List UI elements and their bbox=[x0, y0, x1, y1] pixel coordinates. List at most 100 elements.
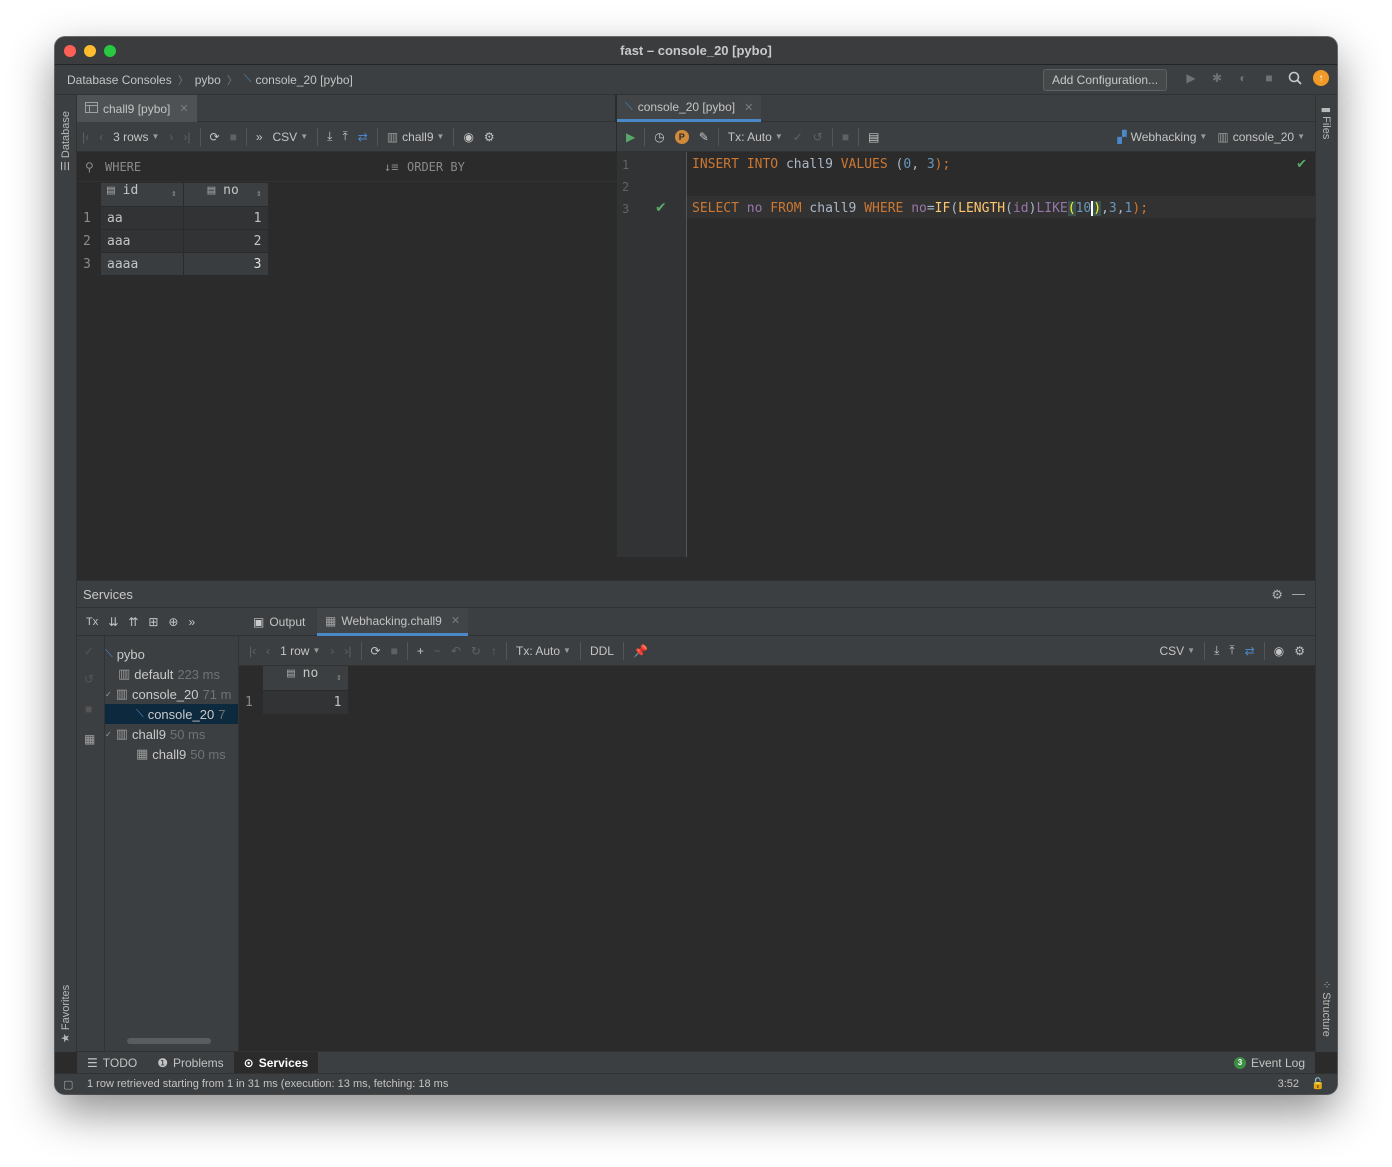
close-icon[interactable]: ✕ bbox=[744, 101, 753, 114]
sort-toggle-icon[interactable]: ⇕ bbox=[171, 183, 176, 206]
collapse-all-icon[interactable]: ⇈ bbox=[123, 607, 143, 637]
close-icon[interactable]: ✕ bbox=[451, 614, 460, 627]
import-icon[interactable]: ⤒ bbox=[1224, 636, 1239, 666]
table-row[interactable]: 3 aaaa 3 bbox=[77, 252, 269, 276]
expand-all-icon[interactable]: ⇊ bbox=[103, 607, 123, 637]
transaction-mode-selector[interactable]: Tx: Auto ▼ bbox=[723, 122, 788, 152]
revert-icon[interactable]: ↶ bbox=[446, 636, 466, 666]
execute-icon[interactable]: ▶ bbox=[617, 122, 640, 152]
update-icon[interactable]: ↑ bbox=[1313, 70, 1329, 86]
services-tool-button[interactable]: ⊙ Services bbox=[233, 1051, 319, 1074]
commit-icon[interactable]: ✓ bbox=[84, 644, 94, 658]
gear-icon[interactable]: ⚙ bbox=[1271, 587, 1283, 603]
more-icon[interactable]: » bbox=[183, 607, 200, 637]
minimize-window-button[interactable] bbox=[84, 45, 96, 57]
coverage-icon[interactable]: ◐ bbox=[1235, 70, 1251, 86]
refresh-icon[interactable]: ⟳ bbox=[366, 636, 386, 666]
tree-item-chall9[interactable]: ✓ ▥ chall9 50 ms bbox=[105, 724, 205, 744]
debug-icon[interactable]: ✱ bbox=[1209, 70, 1225, 86]
previous-page-icon[interactable]: ‹ bbox=[94, 122, 108, 152]
first-page-icon[interactable]: |‹ bbox=[239, 636, 261, 666]
column-header-id[interactable]: ▤ id ⇕ bbox=[101, 183, 184, 207]
sort-toggle-icon[interactable]: ⇕ bbox=[256, 183, 261, 206]
next-page-icon[interactable]: › bbox=[325, 636, 339, 666]
expand-icon[interactable]: ✓ bbox=[105, 730, 112, 739]
cell-no[interactable]: 2 bbox=[183, 229, 269, 253]
schema-selector[interactable]: ▞ Webhacking ▼ bbox=[1112, 122, 1212, 152]
toggle-tool-windows-icon[interactable]: ▢ bbox=[63, 1078, 73, 1091]
session-selector[interactable]: ▥ console_20 ▼ bbox=[1212, 122, 1315, 152]
delete-row-icon[interactable]: − bbox=[429, 636, 446, 666]
database-panel-button[interactable]: ☰ Database bbox=[59, 111, 72, 171]
more-icon[interactable]: » bbox=[251, 122, 268, 152]
cell-id[interactable]: aaaa bbox=[101, 252, 184, 276]
import-icon[interactable]: ⤒ bbox=[337, 122, 352, 152]
rollback-icon[interactable]: ↺ bbox=[808, 122, 828, 152]
favorites-panel-button[interactable]: ★ Favorites bbox=[59, 985, 72, 1043]
tab-console-20[interactable]: ⟍ console_20 [pybo] ✕ bbox=[617, 95, 762, 122]
compare-icon[interactable]: ⇄ bbox=[1240, 636, 1260, 666]
wrench-icon[interactable]: ✎ bbox=[694, 122, 714, 152]
commit-icon[interactable]: ✓ bbox=[788, 122, 808, 152]
tree-item-pybo[interactable]: ⟍ pybo bbox=[105, 644, 145, 664]
view-icon[interactable]: ◉ bbox=[1269, 636, 1289, 666]
pin-icon[interactable]: 📌 bbox=[628, 636, 653, 666]
cell-id[interactable]: aaa bbox=[101, 229, 184, 253]
event-log-button[interactable]: 3 Event Log bbox=[1224, 1052, 1315, 1074]
table-row[interactable]: 1 1 bbox=[239, 690, 349, 715]
datasource-selector[interactable]: ▥ chall9 ▼ bbox=[382, 122, 450, 152]
expand-icon[interactable]: ✓ bbox=[105, 690, 112, 699]
column-header-no[interactable]: ▤ no ⇕ bbox=[263, 666, 349, 691]
tree-scrollbar[interactable] bbox=[127, 1038, 211, 1044]
column-header-no[interactable]: ▤ no ⇕ bbox=[183, 183, 269, 207]
ddl-button[interactable]: DDL bbox=[585, 636, 619, 666]
export-icon[interactable]: ⤓ bbox=[322, 122, 337, 152]
stop-icon[interactable]: ■ bbox=[837, 122, 854, 152]
lock-icon[interactable]: 🔓 bbox=[1311, 1077, 1325, 1090]
tree-item-chall9-table[interactable]: ▦ chall9 50 ms bbox=[136, 744, 226, 764]
stop-icon[interactable]: ■ bbox=[386, 636, 403, 666]
sort-toggle-icon[interactable]: ⇕ bbox=[336, 666, 341, 690]
last-page-icon[interactable]: ›| bbox=[339, 636, 356, 666]
todo-tool-button[interactable]: ☰ TODO bbox=[77, 1052, 147, 1074]
cell-id[interactable]: aa bbox=[101, 206, 184, 230]
cell-no[interactable]: 1 bbox=[263, 690, 349, 715]
add-service-icon[interactable]: ⊕ bbox=[163, 607, 183, 637]
gear-icon[interactable]: ⚙ bbox=[1289, 636, 1315, 666]
last-page-icon[interactable]: ›| bbox=[178, 122, 195, 152]
cell-no-selected[interactable]: 3 bbox=[183, 252, 269, 276]
breadcrumb-pybo[interactable]: pybo bbox=[195, 73, 221, 87]
tree-item-console-20[interactable]: ✓ ▥ console_20 71 m bbox=[105, 684, 231, 704]
transaction-mode-selector[interactable]: Tx: Auto ▼ bbox=[511, 636, 576, 666]
add-row-icon[interactable]: + bbox=[412, 636, 429, 666]
previous-page-icon[interactable]: ‹ bbox=[261, 636, 275, 666]
zoom-window-button[interactable] bbox=[104, 45, 116, 57]
tab-chall9[interactable]: chall9 [pybo] ✕ bbox=[77, 95, 197, 122]
submit-icon[interactable]: ↑ bbox=[486, 636, 502, 666]
next-page-icon[interactable]: › bbox=[164, 122, 178, 152]
explain-plan-icon[interactable]: P bbox=[670, 122, 694, 152]
compare-icon[interactable]: ⇄ bbox=[353, 122, 373, 152]
transaction-icon[interactable]: Tx bbox=[81, 607, 103, 637]
tree-item-default[interactable]: ▥ default 223 ms bbox=[118, 664, 220, 684]
close-window-button[interactable] bbox=[64, 45, 76, 57]
first-page-icon[interactable]: |‹ bbox=[77, 122, 94, 152]
caret-position[interactable]: 3:52 bbox=[1278, 1078, 1299, 1090]
structure-panel-button[interactable]: ⁘ Structure bbox=[1320, 980, 1333, 1037]
breadcrumb-console[interactable]: ⟍ console_20 [pybo] bbox=[244, 73, 353, 87]
history-icon[interactable]: ◷ bbox=[649, 122, 669, 152]
gear-icon[interactable]: ⚙ bbox=[479, 122, 500, 152]
files-panel-button[interactable]: ▮ Files bbox=[1320, 107, 1333, 139]
stop-icon[interactable]: ■ bbox=[85, 702, 92, 716]
inspection-ok-icon[interactable]: ✔ bbox=[1296, 156, 1307, 172]
rows-selector[interactable]: 1 row ▼ bbox=[275, 636, 325, 666]
sql-editor[interactable]: 1 2 3 ✔ INSERT INTO chall9 VALUES (0, 3)… bbox=[617, 152, 1315, 557]
format-selector[interactable]: CSV ▼ bbox=[1154, 636, 1200, 666]
view-icon[interactable]: ◉ bbox=[458, 122, 478, 152]
search-icon[interactable] bbox=[1287, 70, 1303, 86]
layout-icon[interactable]: ▦ bbox=[84, 732, 95, 746]
rollback-icon[interactable]: ↺ bbox=[84, 672, 94, 686]
group-icon[interactable]: ⊞ bbox=[143, 607, 163, 637]
problems-tool-button[interactable]: ❶ Problems bbox=[147, 1052, 233, 1074]
rows-selector[interactable]: 3 rows ▼ bbox=[108, 122, 164, 152]
